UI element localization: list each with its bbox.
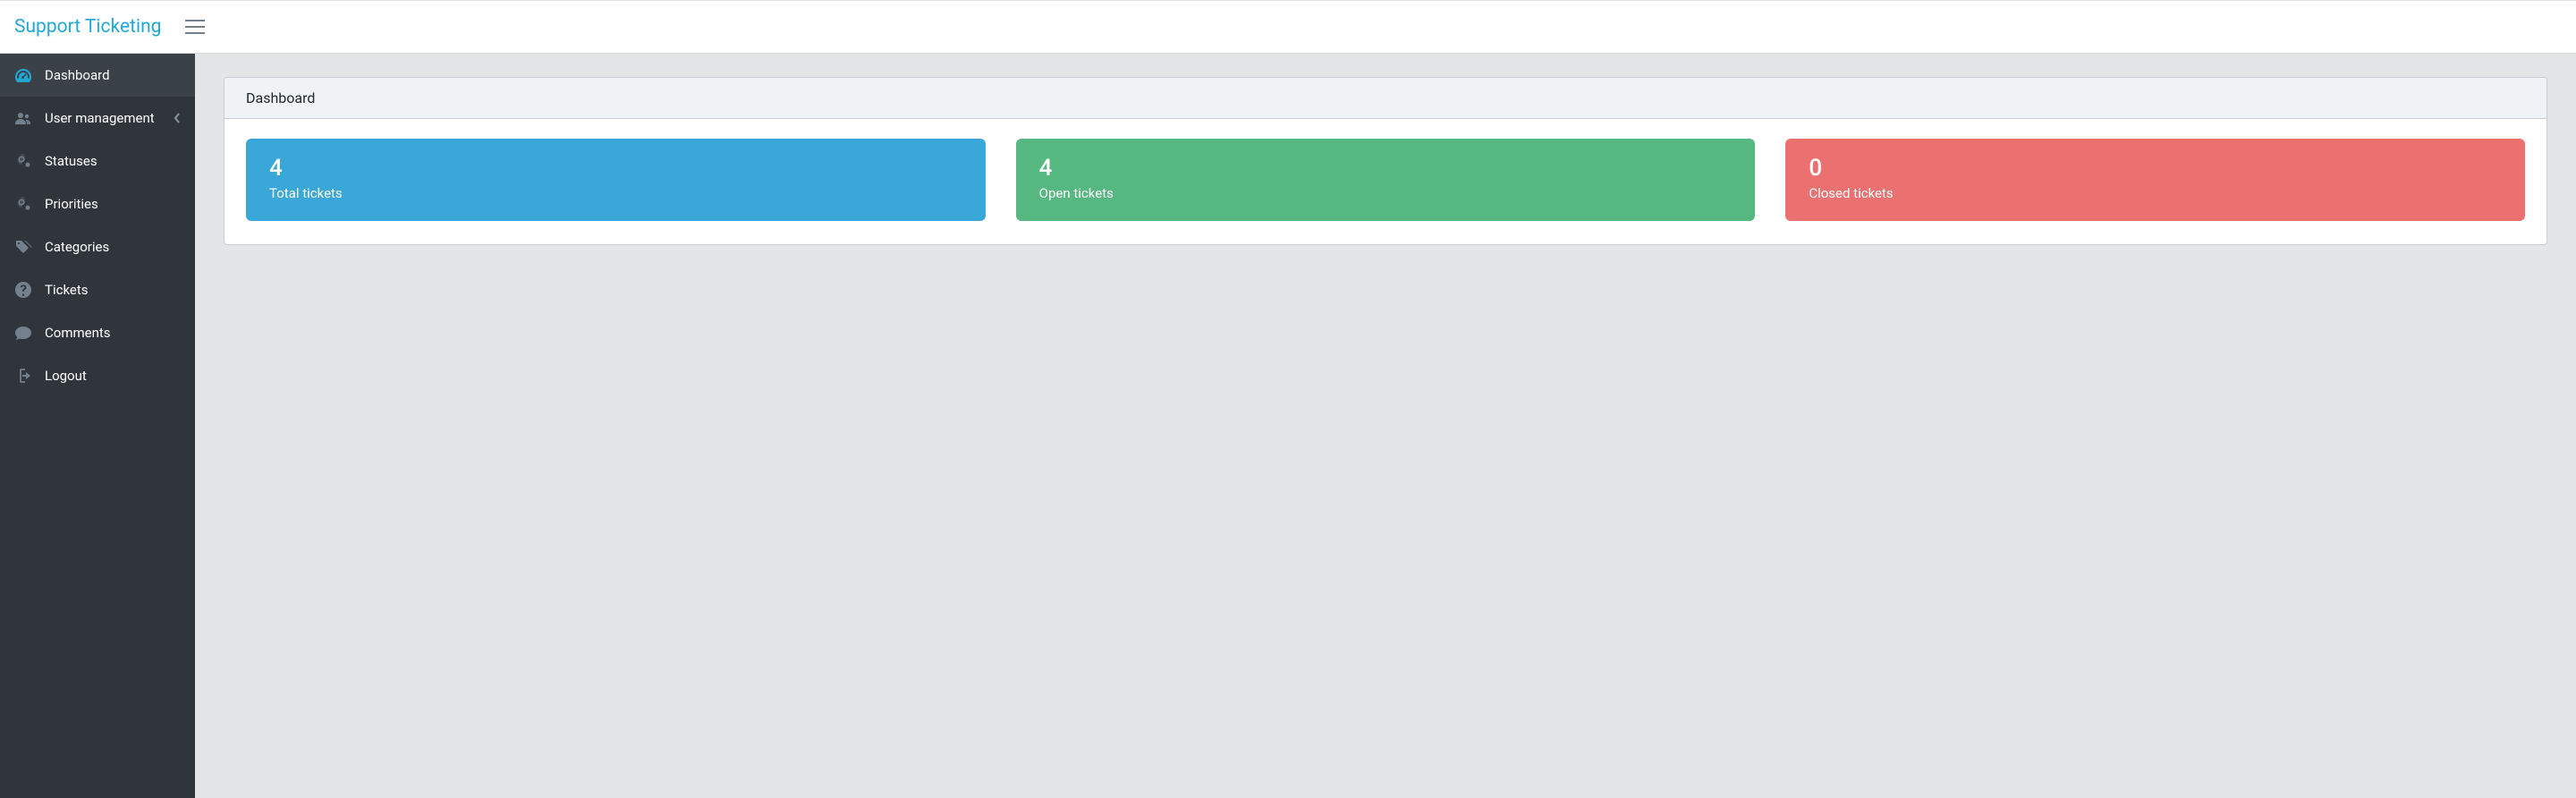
sidebar-item-label: Categories <box>45 239 181 255</box>
users-icon <box>14 109 32 127</box>
sidebar-item-label: Statuses <box>45 153 181 169</box>
main-content: Dashboard 4 Total tickets 4 Open tickets… <box>195 54 2576 798</box>
sidebar-item-priorities[interactable]: Priorities <box>0 183 195 225</box>
sidebar-item-label: User management <box>45 110 174 126</box>
stat-value: 4 <box>1039 155 1733 182</box>
stat-value: 0 <box>1809 155 2502 182</box>
dashboard-card: Dashboard 4 Total tickets 4 Open tickets… <box>224 77 2547 245</box>
question-circle-icon <box>14 281 32 299</box>
sign-out-icon <box>14 367 32 385</box>
stat-label: Total tickets <box>269 185 962 201</box>
card-body: 4 Total tickets 4 Open tickets 0 Closed … <box>225 119 2546 244</box>
sidebar-item-label: Comments <box>45 325 181 341</box>
sidebar-item-statuses[interactable]: Statuses <box>0 140 195 183</box>
tags-icon <box>14 238 32 256</box>
sidebar-item-dashboard[interactable]: Dashboard <box>0 54 195 97</box>
page-title: Dashboard <box>246 89 315 106</box>
stats-row: 4 Total tickets 4 Open tickets 0 Closed … <box>246 139 2525 221</box>
stat-open-tickets: 4 Open tickets <box>1016 139 1756 221</box>
sidebar-item-label: Logout <box>45 368 181 384</box>
cogs-icon <box>14 152 32 170</box>
sidebar-item-categories[interactable]: Categories <box>0 225 195 268</box>
stat-label: Closed tickets <box>1809 185 2502 201</box>
sidebar-item-label: Dashboard <box>45 67 181 83</box>
menu-toggle-button[interactable] <box>182 14 208 39</box>
stat-value: 4 <box>269 155 962 182</box>
sidebar-item-comments[interactable]: Comments <box>0 311 195 354</box>
sidebar-item-label: Priorities <box>45 196 181 212</box>
chevron-left-icon <box>174 113 181 123</box>
stat-label: Open tickets <box>1039 185 1733 201</box>
brand-link[interactable]: Support Ticketing <box>13 16 163 38</box>
sidebar: Dashboard User management <box>0 54 195 798</box>
cogs-icon <box>14 195 32 213</box>
sidebar-item-tickets[interactable]: Tickets <box>0 268 195 311</box>
topbar: Support Ticketing <box>0 0 2576 54</box>
hamburger-icon <box>185 19 205 35</box>
sidebar-item-logout[interactable]: Logout <box>0 354 195 397</box>
comment-icon <box>14 324 32 342</box>
stat-closed-tickets: 0 Closed tickets <box>1785 139 2525 221</box>
sidebar-item-user-management[interactable]: User management <box>0 97 195 140</box>
card-header: Dashboard <box>225 78 2546 119</box>
tachometer-icon <box>14 66 32 84</box>
stat-total-tickets: 4 Total tickets <box>246 139 986 221</box>
sidebar-item-label: Tickets <box>45 282 181 298</box>
